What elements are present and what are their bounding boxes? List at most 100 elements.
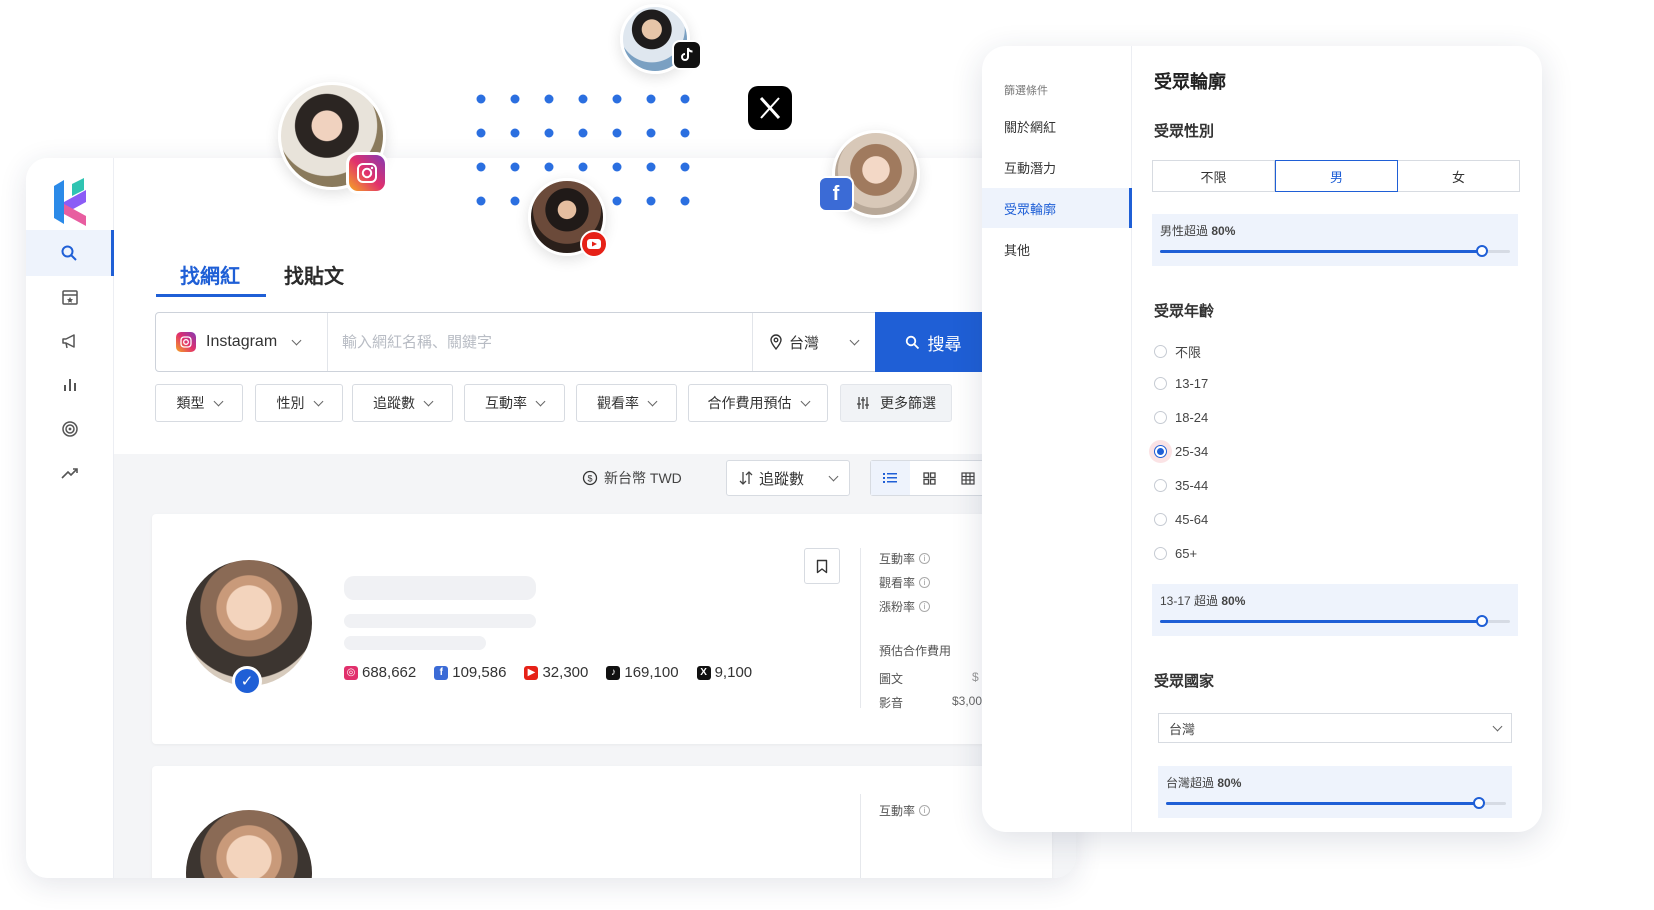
slider-fill [1160,250,1482,253]
info-icon[interactable]: i [919,601,931,612]
age-option[interactable]: 65+ [1154,546,1197,561]
facebook-icon: f [818,176,854,212]
nav-item-audience[interactable]: 受眾輪廓 [982,188,1132,228]
x-icon [748,86,792,130]
pricing-video-value: $3,00 [952,694,983,708]
slider-label: 台灣超過 80% [1166,776,1242,790]
chevron-down-icon [535,396,546,406]
nav-trend-icon[interactable] [26,450,114,496]
search-button[interactable]: 搜尋 [875,312,991,372]
stat-value: 9,100 [714,664,753,681]
stat-value: 109,586 [452,664,507,681]
metric-label: 互動率 [879,804,916,818]
region-select[interactable]: 台灣 [752,313,872,371]
nav-target-icon[interactable] [26,406,114,452]
country-threshold-slider: 台灣超過 80% [1158,766,1512,818]
influencer-card[interactable]: ✓ ◎ 688,662 f 109,586 ▶ 32,300 ♪ 169,100 X 9,… [152,514,1052,744]
info-icon[interactable]: i [919,577,931,588]
filter-more-button[interactable]: 更多篩選 [840,384,952,422]
tab-find-posts[interactable]: 找貼文 [284,260,344,289]
avatar [186,810,312,878]
list-view-button[interactable] [871,461,910,495]
slider-track[interactable] [1166,797,1506,809]
pricing-image-value: $ [972,670,979,684]
instagram-icon: ◎ [344,665,358,680]
nav-item-about[interactable]: 關於網紅 [982,106,1132,146]
filter-cost[interactable]: 合作費用預估 [688,384,828,422]
country-select[interactable]: 台灣 [1158,713,1512,743]
slider-label: 男性超過 80% [1160,224,1236,238]
slider-thumb[interactable] [1476,245,1488,257]
instagram-icon [176,332,196,352]
nav-shop-icon[interactable] [26,274,114,320]
filter-view-rate[interactable]: 觀看率 [576,384,677,422]
chevron-down-icon [423,396,434,406]
radio-icon [1154,411,1167,424]
age-option[interactable]: 13-17 [1154,376,1208,391]
info-icon[interactable]: i [919,553,931,564]
slider-track[interactable] [1160,615,1510,627]
gender-option-any[interactable]: 不限 [1153,161,1275,191]
grid-view-button[interactable] [910,461,949,495]
radio-label: 45-64 [1175,512,1209,527]
filter-body: 受眾輪廓 受眾性別 不限 男 女 男性超過 80% 受眾年齡 不限 13-17 … [1152,46,1522,832]
nav-megaphone-icon[interactable] [26,318,114,364]
tiktok-icon: ♪ [606,665,621,680]
slider-track[interactable] [1160,245,1510,257]
table-icon [961,471,975,485]
gender-threshold-slider: 男性超過 80% [1152,214,1518,266]
gender-option-male[interactable]: 男 [1275,160,1398,192]
sort-select[interactable]: 追蹤數 [726,460,850,496]
metric-label: 漲粉率 [879,600,916,614]
age-option[interactable]: 35-44 [1154,478,1208,493]
stat-x: X 9,100 [696,664,753,681]
chevron-down-icon [291,335,302,345]
filter-engagement[interactable]: 互動率 [464,384,565,422]
tab-find-influencers[interactable]: 找網紅 [180,260,240,289]
nav-chart-icon[interactable] [26,362,114,408]
divider [860,548,861,708]
influencer-card[interactable]: 互動率 i [152,766,1052,878]
nav-search-icon[interactable] [26,230,114,276]
youtube-icon [580,230,608,258]
facebook-icon: f [434,665,449,680]
sidebar [26,158,114,878]
info-icon[interactable]: i [919,805,931,816]
filter-type[interactable]: 類型 [155,384,243,422]
filter-label: 追蹤數 [373,395,415,411]
radio-icon [1154,377,1167,390]
gender-option-female[interactable]: 女 [1398,161,1519,191]
bookmark-button[interactable] [804,548,840,584]
filter-label: 類型 [176,395,205,411]
chevron-down-icon [828,471,839,481]
radio-label: 35-44 [1175,478,1209,493]
age-section-title: 受眾年齡 [1154,303,1215,320]
age-option[interactable]: 不限 [1154,342,1201,361]
filter-followers[interactable]: 追蹤數 [352,384,453,422]
stat-value: 688,662 [362,664,417,681]
filter-nav-heading: 篩選條件 [1004,85,1048,97]
location-pin-icon [770,334,782,350]
platform-select[interactable]: Instagram [156,313,328,371]
slider-thumb[interactable] [1476,615,1488,627]
country-label: 台灣 [1169,721,1196,737]
follower-stats: ◎ 688,662 f 109,586 ▶ 32,300 ♪ 169,100 X 9,10… [344,664,752,681]
filter-label: 觀看率 [597,395,639,411]
age-option[interactable]: 45-64 [1154,512,1208,527]
slider-label: 13-17 超過 80% [1160,594,1246,608]
age-option-selected[interactable]: 25-34 [1154,444,1208,459]
chevron-down-icon [800,396,810,406]
slider-thumb[interactable] [1472,797,1485,809]
radio-icon [1154,547,1167,560]
sort-label: 追蹤數 [759,470,805,488]
filter-gender[interactable]: 性別 [255,384,343,422]
pricing-video-label: 影音 [879,696,904,710]
main-content: 找網紅 找貼文 Instagram 台灣 [114,158,1076,878]
search-input[interactable] [342,313,722,371]
nav-item-other[interactable]: 其他 [982,229,1132,269]
metric-view-rate: 觀看率 i [879,574,931,591]
currency-selector[interactable]: $ 新台幣 TWD [582,468,682,488]
radio-label: 25-34 [1175,444,1209,459]
nav-item-engagement[interactable]: 互動潛力 [982,147,1132,187]
age-option[interactable]: 18-24 [1154,410,1208,425]
